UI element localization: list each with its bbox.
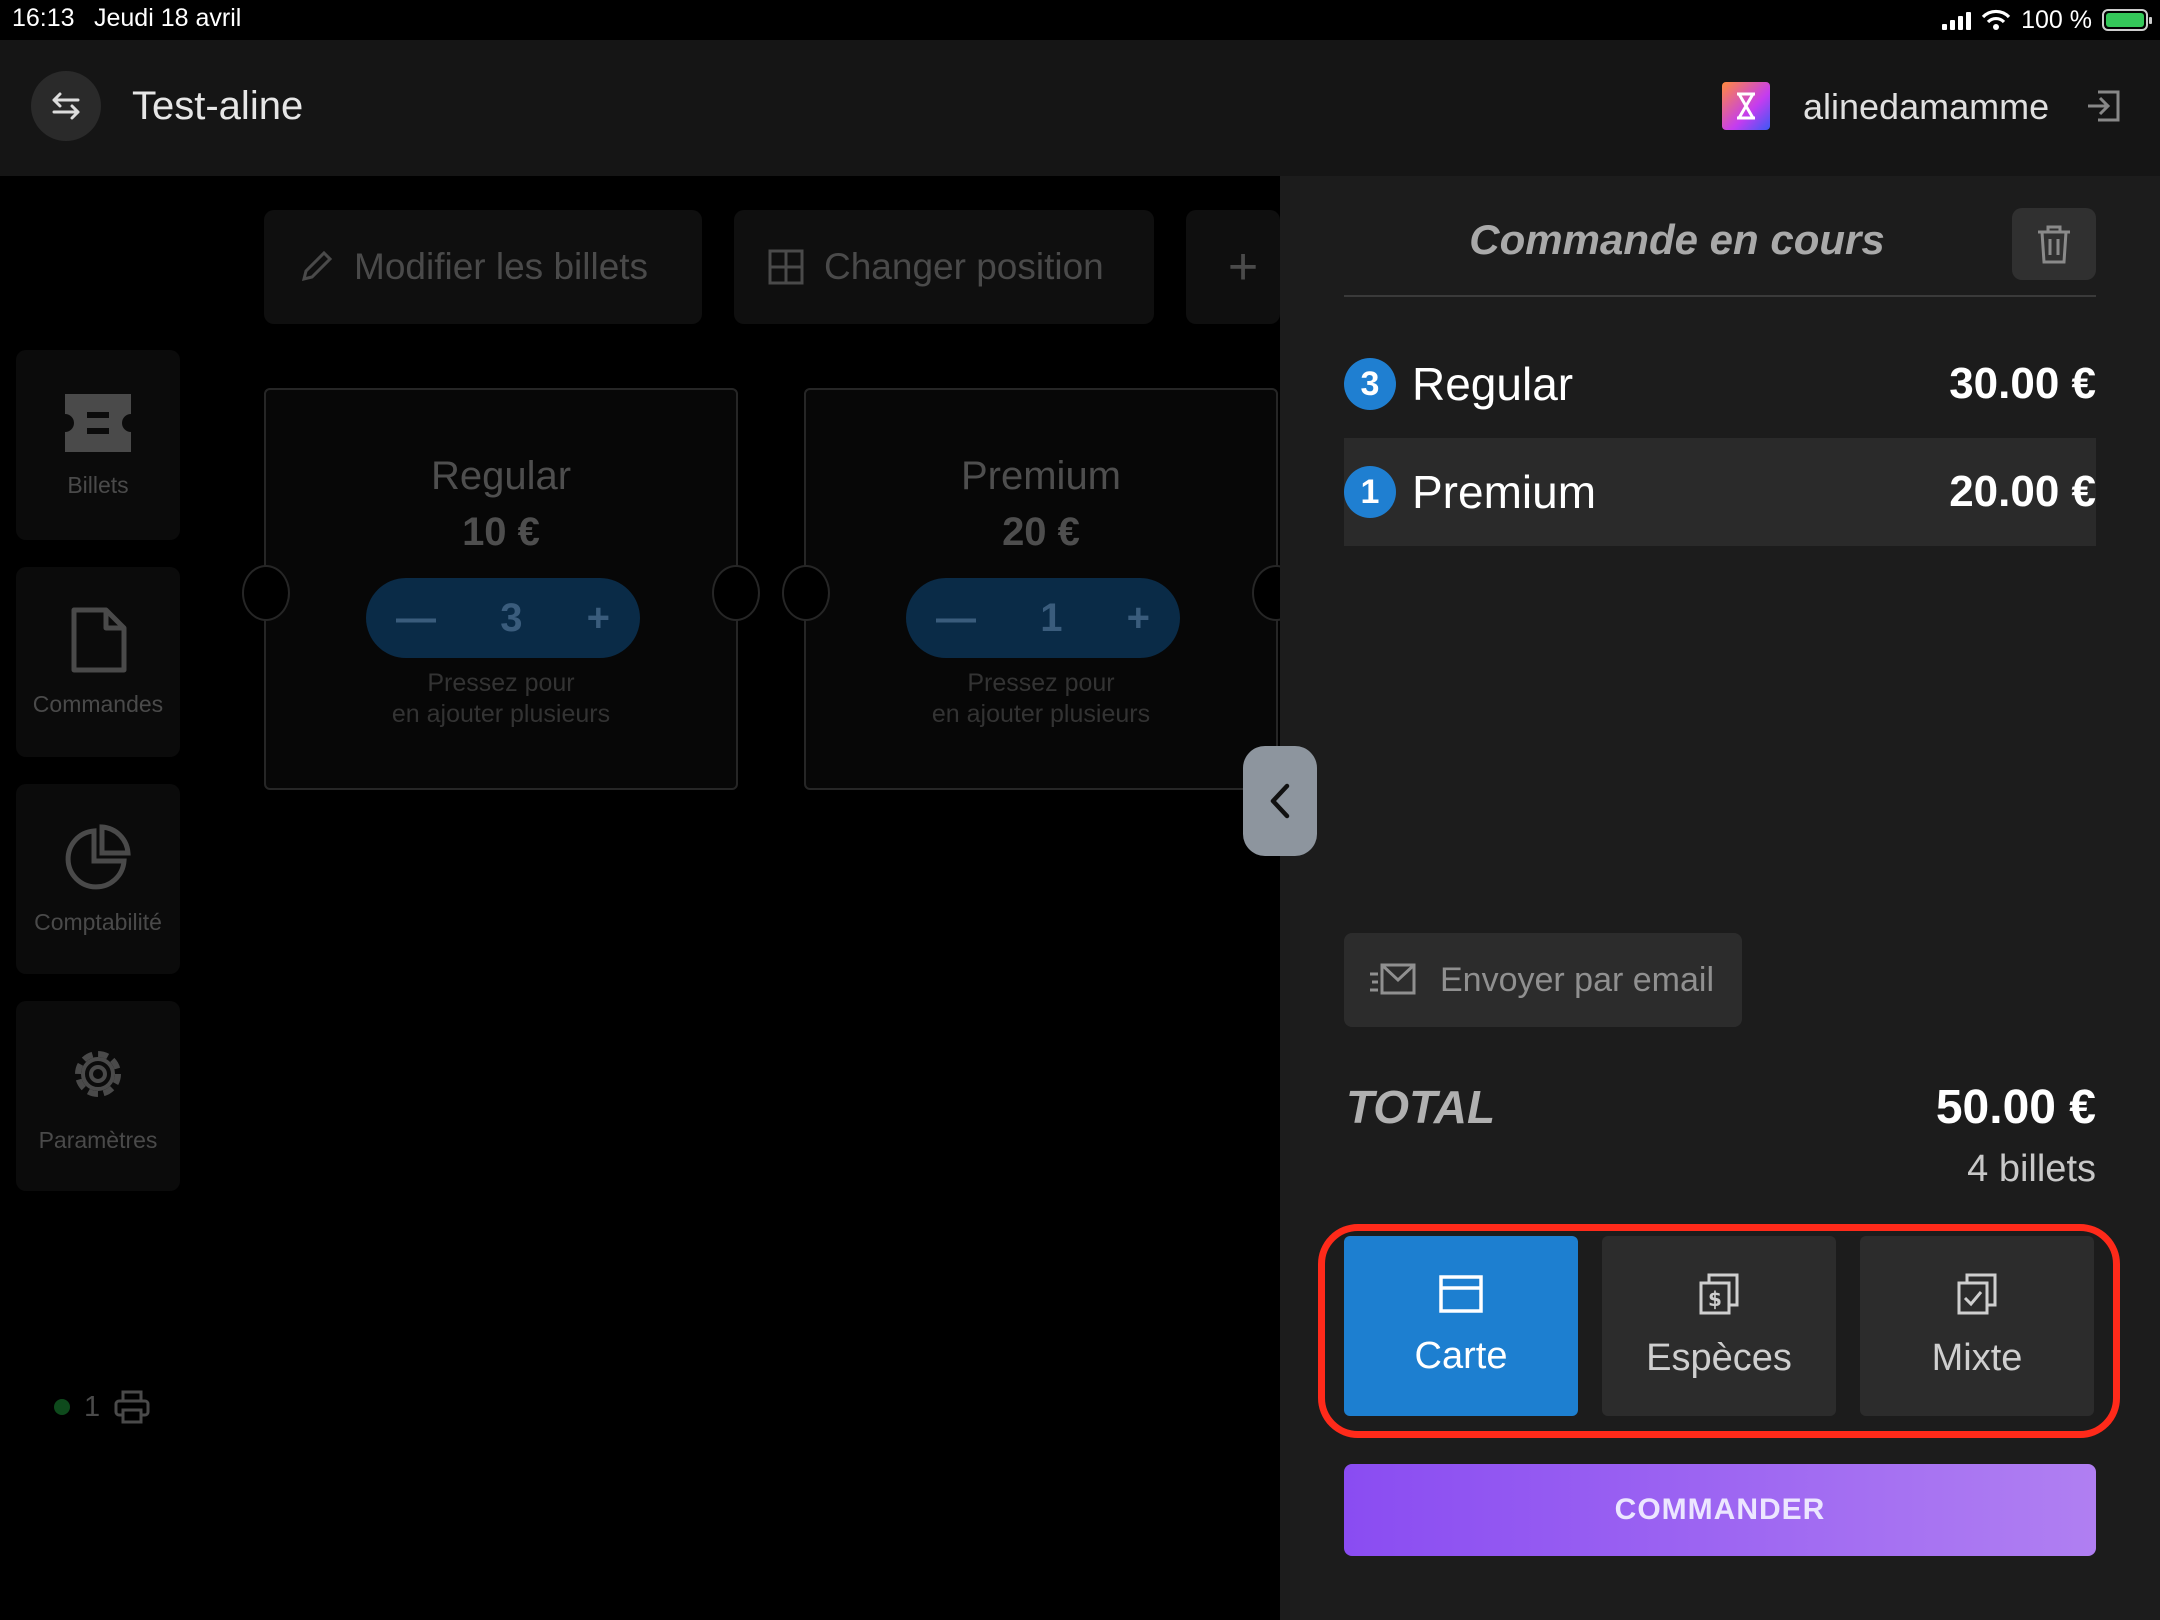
- clear-order-button[interactable]: [2012, 208, 2096, 280]
- gear-icon: [75, 1050, 121, 1097]
- app-header: Test-aline alinedamamme: [0, 40, 2160, 176]
- sidebar-item-comptabilite[interactable]: Comptabilité: [16, 784, 180, 974]
- pay-mixed-label: Mixte: [1931, 1336, 2023, 1379]
- pay-card-label: Carte: [1414, 1334, 1508, 1377]
- pay-card-button[interactable]: Carte: [1344, 1236, 1578, 1416]
- svg-text:$: $: [1708, 1287, 1722, 1311]
- printer-status: 1: [54, 1390, 150, 1424]
- trash-icon: [2038, 225, 2070, 264]
- document-icon: [71, 607, 127, 672]
- line-amount: 20.00 €: [1949, 467, 2096, 516]
- pay-cash-label: Espèces: [1646, 1336, 1792, 1379]
- credit-card-icon: [1439, 1274, 1483, 1313]
- order-panel: Commande en cours 3 Regular 30.00 € 1 Pr…: [1280, 176, 2160, 1620]
- order-line-regular[interactable]: 3 Regular 30.00 €: [1344, 330, 2096, 438]
- status-indicators: 100 %: [1942, 4, 2152, 36]
- printer-count: 1: [84, 1390, 101, 1423]
- ticket-card-premium[interactable]: Premium 20 € — 1 + Pressez pour en ajout…: [782, 388, 1300, 790]
- ticket-price: 10 €: [462, 510, 540, 554]
- decrement-button[interactable]: —: [936, 596, 976, 641]
- printer-icon: [114, 1390, 150, 1424]
- total-label: TOTAL: [1346, 1081, 1496, 1133]
- ticket-count: 4 billets: [1967, 1148, 2096, 1190]
- change-position-label: Changer position: [824, 246, 1104, 287]
- increment-button[interactable]: +: [587, 596, 610, 641]
- ticket-icon: [65, 393, 131, 452]
- connection-dot: [54, 1399, 70, 1415]
- order-line-premium[interactable]: 1 Premium 20.00 €: [1344, 438, 2096, 546]
- grid-icon: [768, 249, 804, 285]
- logout-icon: [2088, 90, 2120, 122]
- status-time: 16:13: [12, 4, 75, 32]
- quantity-badge: 3: [1344, 358, 1396, 410]
- sidebar-item-label: Paramètres: [38, 1126, 158, 1153]
- cash-icon: $: [1699, 1273, 1739, 1314]
- sidebar-item-parametres[interactable]: Paramètres: [16, 1001, 180, 1191]
- sidebar-item-commandes[interactable]: Commandes: [16, 567, 180, 757]
- username: alinedamamme: [1803, 86, 2050, 127]
- ticket-card-regular[interactable]: Regular 10 € — 3 + Pressez pour en ajout…: [242, 388, 760, 790]
- total-amount: 50.00 €: [1935, 1081, 2096, 1134]
- line-name: Premium: [1412, 466, 1597, 518]
- line-amount: 30.00 €: [1949, 359, 2096, 408]
- logout-button[interactable]: [2082, 84, 2126, 128]
- ticket-name: Premium: [960, 454, 1122, 498]
- sidebar-item-label: Commandes: [32, 690, 164, 717]
- pay-mixed-button[interactable]: Mixte: [1860, 1236, 2094, 1416]
- ticket-area: Modifier les billets Changer position + …: [0, 176, 1300, 1620]
- quantity-stepper: — 1 +: [906, 578, 1180, 658]
- pencil-icon: [301, 250, 333, 282]
- status-bar: 16:13 Jeudi 18 avril 100 %: [0, 0, 2160, 40]
- submit-order-button[interactable]: COMMANDER: [1344, 1464, 2096, 1556]
- swap-arrows-icon: [52, 92, 80, 120]
- increment-button[interactable]: +: [1127, 596, 1150, 641]
- add-ticket-button[interactable]: +: [1186, 210, 1280, 324]
- signal-icon: [1942, 10, 1972, 30]
- ticket-name: Regular: [430, 454, 572, 498]
- quantity-stepper: — 3 +: [366, 578, 640, 658]
- ticket-price: 20 €: [1002, 510, 1080, 554]
- status-date: Jeudi 18 avril: [94, 4, 242, 32]
- edit-tickets-label: Modifier les billets: [354, 246, 649, 287]
- quantity-badge: 1: [1344, 466, 1396, 518]
- sidebar-item-label: Comptabilité: [34, 908, 162, 935]
- pay-cash-button[interactable]: $ Espèces: [1602, 1236, 1836, 1416]
- battery-icon: [2102, 9, 2152, 31]
- divider: [1344, 295, 2096, 297]
- add-ticket-label: +: [1227, 238, 1259, 296]
- ticket-hint: Pressez pour en ajouter plusieurs: [391, 669, 611, 728]
- collapse-panel-button[interactable]: [1243, 746, 1317, 856]
- ticket-hint: Pressez pour en ajouter plusieurs: [931, 669, 1151, 728]
- email-send-icon: [1370, 963, 1416, 995]
- change-position-button[interactable]: Changer position: [734, 210, 1154, 324]
- quantity-value: 3: [500, 595, 523, 640]
- hourglass-icon: [1737, 92, 1755, 120]
- user-avatar: [1722, 82, 1770, 130]
- sidebar-item-label: Billets: [67, 471, 129, 498]
- decrement-button[interactable]: —: [396, 596, 436, 641]
- pie-chart-icon: [65, 823, 131, 889]
- line-name: Regular: [1412, 358, 1574, 410]
- battery-percent: 100 %: [2021, 5, 2092, 34]
- order-title: Commande en cours: [1469, 216, 1885, 263]
- wifi-icon: [1981, 9, 2011, 30]
- edit-tickets-button[interactable]: Modifier les billets: [264, 210, 702, 324]
- sidebar-item-billets[interactable]: Billets: [16, 350, 180, 540]
- quantity-value: 1: [1040, 595, 1063, 640]
- chevron-left-icon: [1270, 783, 1290, 819]
- event-title: Test-aline: [132, 84, 304, 128]
- send-email-button[interactable]: Envoyer par email: [1344, 933, 1742, 1027]
- mixed-payment-icon: [1957, 1273, 1997, 1314]
- send-email-label: Envoyer par email: [1440, 960, 1715, 999]
- switch-event-button[interactable]: [31, 71, 101, 141]
